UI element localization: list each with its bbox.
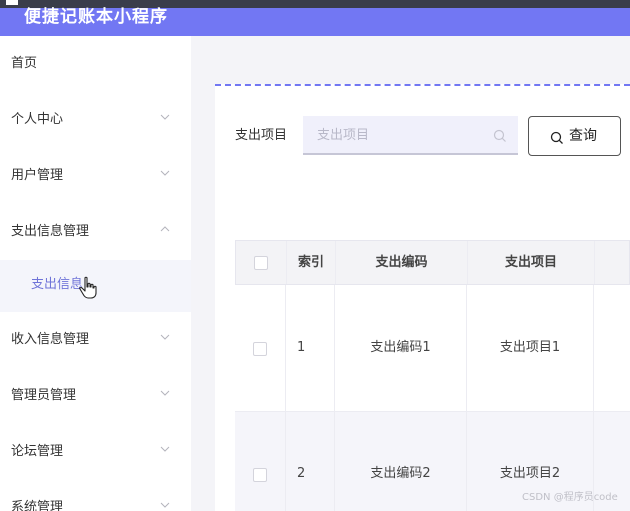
query-button-label: 查询 <box>569 128 597 144</box>
chevron-down-icon <box>160 112 170 122</box>
watermark: CSDN @程序员code <box>522 492 618 503</box>
sidebar-item-personal-center[interactable]: 个人中心 <box>0 92 191 148</box>
sidebar-subitem-label: 支出信息 <box>31 277 84 292</box>
sidebar-item-label: 首页 <box>11 56 38 71</box>
sidebar-item-forum-management[interactable]: 论坛管理 <box>0 424 191 480</box>
hand-cursor-icon <box>79 276 97 300</box>
sidebar-item-label: 支出信息管理 <box>11 224 90 239</box>
table-row[interactable]: 1 支出编码1 支出项目1 <box>235 285 630 412</box>
header-item: 支出项目 <box>468 241 595 284</box>
app-header: 便捷记账本小程序 <box>0 7 630 36</box>
search-icon <box>550 130 564 144</box>
row-checkbox-cell <box>235 412 286 511</box>
chevron-down-icon <box>160 444 170 454</box>
sidebar-item-label: 用户管理 <box>11 168 64 183</box>
window-icon <box>6 0 18 5</box>
sidebar-item-home[interactable]: 首页 <box>0 36 191 92</box>
sidebar-item-expense-management[interactable]: 支出信息管理 <box>0 204 191 260</box>
header-index: 索引 <box>287 241 336 284</box>
cell-value: 支出项目1 <box>499 340 561 355</box>
cell-value: 支出项目2 <box>499 466 561 481</box>
chevron-down-icon <box>160 332 170 342</box>
chevron-down-icon <box>160 168 170 178</box>
search-input[interactable] <box>317 125 487 145</box>
chevron-down-icon <box>160 388 170 398</box>
cell-value: 支出编码2 <box>370 466 431 481</box>
column-header: 支出项目 <box>504 255 557 270</box>
column-header: 索引 <box>297 255 324 270</box>
row-checkbox-cell <box>235 285 286 411</box>
search-label: 支出项目 <box>235 128 288 143</box>
header-checkbox-cell <box>236 241 287 284</box>
cell-item: 支出项目1 <box>467 285 594 411</box>
cell-value: 支出编码1 <box>370 340 431 355</box>
app-title: 便捷记账本小程序 <box>24 7 168 27</box>
sidebar: 首页 个人中心 用户管理 支出信息管理 支出信息 收入信息管理 管理员管理 论坛… <box>0 36 191 511</box>
sidebar-item-label: 个人中心 <box>11 112 64 127</box>
row-checkbox[interactable] <box>253 342 267 356</box>
sidebar-item-label: 收入信息管理 <box>11 332 90 347</box>
search-box[interactable] <box>303 116 518 155</box>
select-all-checkbox[interactable] <box>254 256 268 270</box>
table-header: 索引 支出编码 支出项目 <box>235 240 630 285</box>
sidebar-item-user-management[interactable]: 用户管理 <box>0 148 191 204</box>
sidebar-item-system-management[interactable]: 系统管理 <box>0 480 191 511</box>
query-button[interactable]: 查询 <box>528 116 621 156</box>
cell-index: 1 <box>286 285 335 411</box>
content-card: 支出项目 查询 索引 支出编码 <box>215 84 630 511</box>
sidebar-item-label: 论坛管理 <box>11 444 64 459</box>
chevron-down-icon <box>160 500 170 510</box>
sidebar-item-label: 管理员管理 <box>11 388 77 403</box>
cell-code: 支出编码1 <box>335 285 467 411</box>
chevron-up-icon <box>160 224 170 234</box>
column-header: 支出编码 <box>375 255 428 270</box>
row-checkbox[interactable] <box>253 468 267 482</box>
data-table: 索引 支出编码 支出项目 1 支出编码1 支出项目1 2 支出编码2 支出项目2 <box>235 240 630 511</box>
sidebar-item-income-management[interactable]: 收入信息管理 <box>0 312 191 368</box>
cell-index: 2 <box>286 412 335 511</box>
search-icon <box>493 128 507 142</box>
cell-code: 支出编码2 <box>335 412 467 511</box>
sidebar-item-admin-management[interactable]: 管理员管理 <box>0 368 191 424</box>
sidebar-item-label: 系统管理 <box>11 500 64 511</box>
main-content: 支出项目 查询 索引 支出编码 <box>191 36 630 511</box>
header-code: 支出编码 <box>336 241 468 284</box>
